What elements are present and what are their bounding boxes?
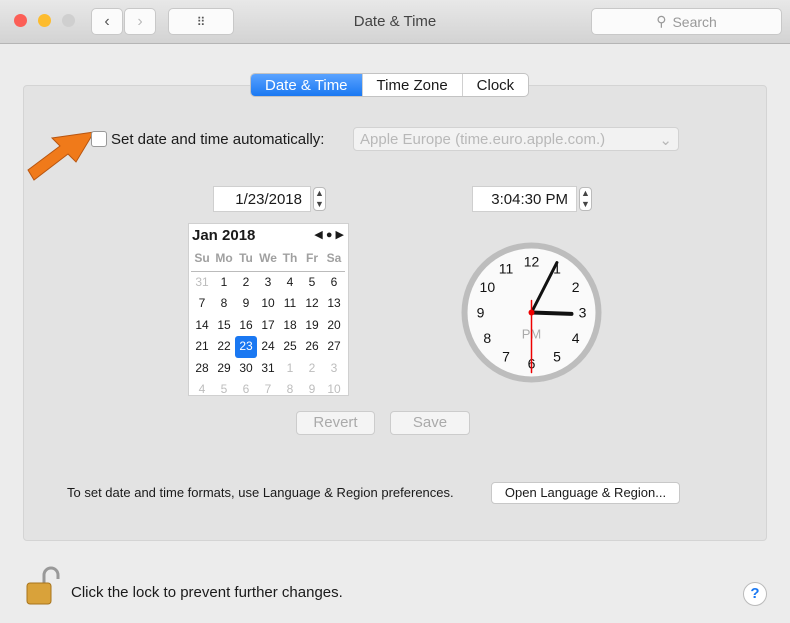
calendar-day[interactable]: 17 xyxy=(257,315,279,337)
clock-number: 9 xyxy=(477,305,485,321)
calendar-day[interactable]: 4 xyxy=(279,272,301,294)
calendar-day[interactable]: 23 xyxy=(235,336,257,358)
calendar-day[interactable]: 30 xyxy=(235,358,257,380)
calendar-day[interactable]: 7 xyxy=(257,379,279,401)
tab-time-zone[interactable]: Time Zone xyxy=(363,74,463,96)
calendar-day[interactable]: 10 xyxy=(257,293,279,315)
calendar-day[interactable]: 14 xyxy=(191,315,213,337)
clock-number: 2 xyxy=(572,279,580,295)
weekday-label: Su xyxy=(191,250,213,272)
clock-number: 5 xyxy=(553,349,561,365)
calendar-day[interactable]: 1 xyxy=(279,358,301,380)
calendar-day[interactable]: 3 xyxy=(323,358,345,380)
calendar-day[interactable]: 22 xyxy=(213,336,235,358)
lock-icon[interactable] xyxy=(24,565,60,607)
date-stepper[interactable]: ▲ ▼ xyxy=(313,187,326,211)
calendar: Jan 2018 ◀ ● ▶ Su Mo Tu We Th Fr Sa 31 1 2 3 4 5 6 7 8 9… xyxy=(188,223,349,396)
calendar-day[interactable]: 31 xyxy=(257,358,279,380)
calendar-day[interactable]: 5 xyxy=(213,379,235,401)
calendar-day[interactable]: 10 xyxy=(323,379,345,401)
today-icon[interactable]: ● xyxy=(326,229,333,241)
calendar-day[interactable]: 6 xyxy=(323,272,345,294)
calendar-day[interactable]: 28 xyxy=(191,358,213,380)
calendar-day[interactable]: 1 xyxy=(213,272,235,294)
auto-time-label: Set date and time automatically: xyxy=(111,131,325,148)
calendar-day[interactable]: 16 xyxy=(235,315,257,337)
clock-number: 11 xyxy=(499,260,514,276)
info-text: To set date and time formats, use Langua… xyxy=(67,485,454,500)
calendar-day[interactable]: 21 xyxy=(191,336,213,358)
tab-bar: Date & Time Time Zone Clock xyxy=(250,73,530,97)
calendar-day[interactable]: 5 xyxy=(301,272,323,294)
clock-number: 7 xyxy=(502,349,510,365)
calendar-day[interactable]: 19 xyxy=(301,315,323,337)
chevron-down-icon: ⌄ xyxy=(659,132,672,149)
calendar-day[interactable]: 9 xyxy=(301,379,323,401)
time-server-select[interactable]: Apple Europe (time.euro.apple.com.) ⌄ xyxy=(353,127,679,151)
calendar-day[interactable]: 31 xyxy=(191,272,213,294)
tab-date-time[interactable]: Date & Time xyxy=(251,74,363,96)
calendar-day[interactable]: 3 xyxy=(257,272,279,294)
save-button[interactable]: Save xyxy=(390,411,470,435)
calendar-day[interactable]: 29 xyxy=(213,358,235,380)
calendar-day[interactable]: 13 xyxy=(323,293,345,315)
clock-number: 8 xyxy=(483,330,491,346)
title-bar: ‹ › ⠿ Date & Time ⚲ Search xyxy=(0,0,790,44)
weekday-label: Fr xyxy=(301,250,323,272)
clock-number: 3 xyxy=(579,305,587,321)
hour-hand xyxy=(529,310,574,316)
weekday-label: Th xyxy=(279,250,301,272)
clock-number: 10 xyxy=(480,279,496,295)
calendar-grid: Su Mo Tu We Th Fr Sa 31 1 2 3 4 5 6 7 8 9 10 11 12 13 14 15 16 1… xyxy=(191,250,345,401)
weekday-label: Sa xyxy=(323,250,345,272)
calendar-day[interactable]: 11 xyxy=(279,293,301,315)
time-field[interactable]: 3:04:30 PM xyxy=(472,186,577,212)
calendar-day[interactable]: 2 xyxy=(301,358,323,380)
clock-number: 12 xyxy=(524,254,540,270)
calendar-day[interactable]: 7 xyxy=(191,293,213,315)
clock-center xyxy=(528,309,535,316)
prev-month-icon[interactable]: ◀ xyxy=(314,229,322,241)
calendar-month: Jan 2018 xyxy=(192,227,256,244)
open-language-region-button[interactable]: Open Language & Region... xyxy=(491,482,680,504)
lock-text: Click the lock to prevent further change… xyxy=(71,584,343,601)
settings-panel xyxy=(23,85,767,541)
calendar-day[interactable]: 26 xyxy=(301,336,323,358)
weekday-label: Tu xyxy=(235,250,257,272)
calendar-day[interactable]: 27 xyxy=(323,336,345,358)
calendar-day[interactable]: 9 xyxy=(235,293,257,315)
tab-clock[interactable]: Clock xyxy=(463,74,529,96)
calendar-day[interactable]: 25 xyxy=(279,336,301,358)
search-icon: ⚲ xyxy=(656,13,667,29)
calendar-day[interactable]: 15 xyxy=(213,315,235,337)
calendar-day[interactable]: 8 xyxy=(213,293,235,315)
calendar-day[interactable]: 8 xyxy=(279,379,301,401)
clock-number: 4 xyxy=(572,330,580,346)
search-input[interactable]: ⚲ Search xyxy=(591,8,782,35)
date-field[interactable]: 1/23/2018 xyxy=(213,186,311,212)
calendar-day[interactable]: 18 xyxy=(279,315,301,337)
calendar-day[interactable]: 4 xyxy=(191,379,213,401)
next-month-icon[interactable]: ▶ xyxy=(336,229,344,241)
help-button[interactable]: ? xyxy=(743,582,767,606)
revert-button[interactable]: Revert xyxy=(296,411,375,435)
time-server-value: Apple Europe (time.euro.apple.com.) xyxy=(360,131,606,148)
calendar-day[interactable]: 12 xyxy=(301,293,323,315)
search-placeholder: Search xyxy=(672,13,717,30)
calendar-day[interactable]: 6 xyxy=(235,379,257,401)
calendar-day[interactable]: 2 xyxy=(235,272,257,294)
weekday-label: We xyxy=(257,250,279,272)
weekday-label: Mo xyxy=(213,250,235,272)
calendar-day[interactable]: 24 xyxy=(257,336,279,358)
auto-time-checkbox[interactable] xyxy=(91,131,107,147)
time-stepper[interactable]: ▲ ▼ xyxy=(579,187,592,211)
calendar-day[interactable]: 20 xyxy=(323,315,345,337)
analog-clock: 121234567891011PM xyxy=(461,242,602,383)
